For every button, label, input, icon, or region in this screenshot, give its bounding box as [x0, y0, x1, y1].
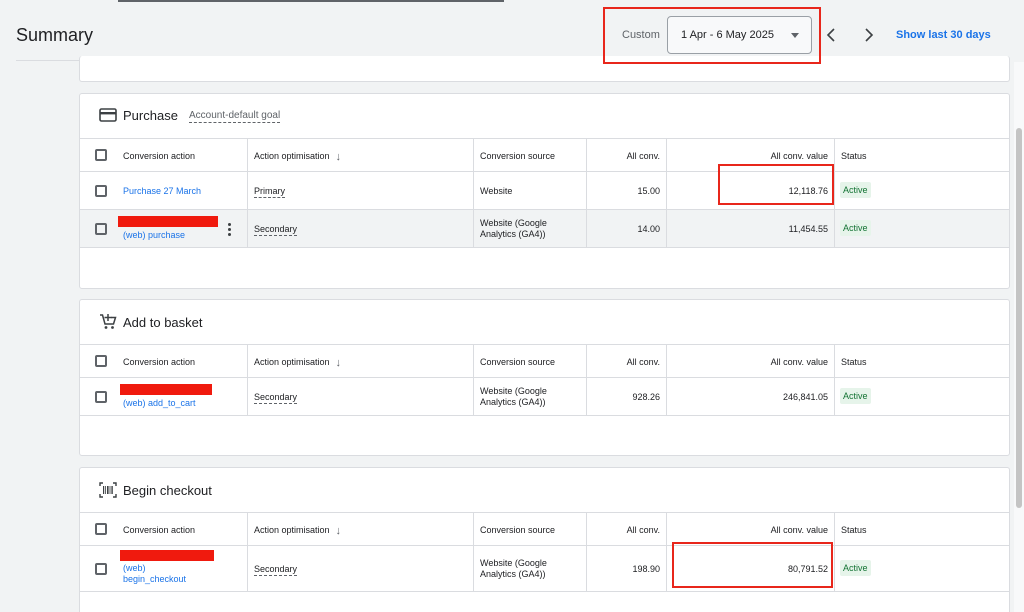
conversion-source-value: Website: [480, 186, 513, 196]
optimisation-value[interactable]: Secondary: [254, 564, 298, 576]
header-conversion-source[interactable]: Conversion source: [480, 151, 555, 161]
previous-period-button[interactable]: [823, 25, 839, 45]
sort-arrow-icon: ↓: [335, 151, 342, 163]
select-all-checkbox[interactable]: [95, 523, 107, 535]
header-conversion-source[interactable]: Conversion source: [480, 357, 555, 367]
table-row: (web) add_to_cart Secondary Website (Goo…: [80, 377, 1009, 415]
add-to-cart-icon: [100, 314, 117, 329]
header-status[interactable]: Status: [841, 151, 867, 161]
sort-arrow-icon: ↓: [335, 357, 342, 369]
conversion-action-link[interactable]: Purchase 27 March: [123, 186, 201, 196]
status-badge: Active: [840, 182, 871, 198]
table-bottom-border: [80, 247, 1009, 248]
all-conv-value-amount: 246,841.05: [782, 392, 828, 402]
all-conv-value: 14.00: [637, 224, 660, 234]
optimisation-value[interactable]: Secondary: [254, 224, 298, 236]
conversion-action-link[interactable]: (web) purchase: [123, 230, 185, 240]
account-default-goal-label[interactable]: Account-default goal: [189, 110, 281, 123]
top-divider-line: [118, 0, 504, 2]
page-title: Summary: [16, 25, 94, 45]
select-all-checkbox[interactable]: [95, 355, 107, 367]
status-badge: Active: [840, 388, 871, 404]
date-range-highlight-box: [603, 7, 821, 64]
conversion-source-value: Website (Google Analytics (GA4)): [480, 218, 547, 239]
table-bottom-border: [80, 591, 1009, 592]
status-badge: Active: [840, 220, 871, 236]
barcode-scan-icon: [99, 482, 117, 498]
optimisation-value[interactable]: Primary: [254, 186, 285, 198]
all-conv-value-amount: 11,454.55: [788, 224, 828, 234]
all-conv-value: 198.90: [632, 564, 660, 574]
status-badge: Active: [840, 560, 871, 576]
optimisation-value[interactable]: Secondary: [254, 392, 298, 404]
header-all-conv-value[interactable]: All conv. value: [666, 357, 828, 367]
header-action-optimisation[interactable]: Action optimisation ↓: [254, 151, 341, 163]
header-all-conv[interactable]: All conv.: [586, 151, 660, 161]
goal-title: Add to basket: [123, 315, 203, 330]
table-row: (web) purchase Secondary Website (Google…: [80, 209, 1009, 247]
begin-checkout-goal-card: Begin checkout Conversion action Action …: [79, 467, 1010, 612]
table-header-row: Conversion action Action optimisation ↓ C…: [80, 138, 1009, 171]
header-all-conv-value[interactable]: All conv. value: [666, 525, 828, 535]
all-conv-value: 928.26: [632, 392, 660, 402]
next-period-button[interactable]: [861, 25, 877, 45]
header-status[interactable]: Status: [841, 357, 867, 367]
conversion-action-link[interactable]: (web) add_to_cart: [123, 398, 196, 408]
goal-title: Begin checkout: [123, 483, 212, 498]
table-header-row: Conversion action Action optimisation ↓ C…: [80, 512, 1009, 545]
header-conversion-action[interactable]: Conversion action: [123, 357, 195, 367]
purchase-goal-card: Purchase Account-default goal Conversion…: [79, 93, 1010, 289]
redaction-mark: [120, 384, 212, 395]
value-highlight-box: [672, 542, 833, 588]
header-all-conv-value[interactable]: All conv. value: [666, 151, 828, 161]
row-checkbox[interactable]: [95, 223, 107, 235]
header-conversion-source[interactable]: Conversion source: [480, 525, 555, 535]
table-header-row: Conversion action Action optimisation ↓ C…: [80, 344, 1009, 377]
header-conversion-action[interactable]: Conversion action: [123, 525, 195, 535]
redaction-mark: [118, 216, 218, 227]
add-to-basket-goal-card: Add to basket Conversion action Action o…: [79, 299, 1010, 456]
previous-goal-card: [79, 56, 1010, 82]
row-checkbox[interactable]: [95, 563, 107, 575]
credit-card-icon: [99, 108, 117, 122]
sort-arrow-icon: ↓: [335, 525, 342, 537]
show-last-30-days-link[interactable]: Show last 30 days: [896, 29, 991, 41]
header-conversion-action[interactable]: Conversion action: [123, 151, 195, 161]
conversion-source-value: Website (Google Analytics (GA4)): [480, 386, 547, 407]
header-action-optimisation[interactable]: Action optimisation ↓: [254, 525, 341, 537]
more-options-icon[interactable]: [228, 223, 231, 238]
all-conv-value: 15.00: [637, 186, 660, 196]
value-highlight-box: [718, 164, 834, 205]
scrollbar-thumb[interactable]: [1016, 128, 1022, 508]
select-all-checkbox[interactable]: [95, 149, 107, 161]
header-action-optimisation[interactable]: Action optimisation ↓: [254, 357, 341, 369]
chevron-right-icon: [865, 28, 874, 42]
row-checkbox[interactable]: [95, 391, 107, 403]
header-status[interactable]: Status: [841, 525, 867, 535]
goal-title: Purchase: [123, 108, 178, 123]
chevron-left-icon: [826, 28, 835, 42]
conversion-action-link[interactable]: (web) begin_checkout: [123, 563, 186, 585]
table-bottom-border: [80, 415, 1009, 416]
table-row: (web) begin_checkout Secondary Website (G…: [80, 545, 1009, 591]
conversion-source-value: Website (Google Analytics (GA4)): [480, 558, 547, 579]
redaction-mark: [120, 550, 214, 561]
top-bar: Summary Custom 1 Apr - 6 May 2025 Show l…: [0, 0, 1024, 62]
table-row: Purchase 27 March Primary Website 15.00 …: [80, 171, 1009, 209]
row-checkbox[interactable]: [95, 185, 107, 197]
header-all-conv[interactable]: All conv.: [586, 525, 660, 535]
header-all-conv[interactable]: All conv.: [586, 357, 660, 367]
